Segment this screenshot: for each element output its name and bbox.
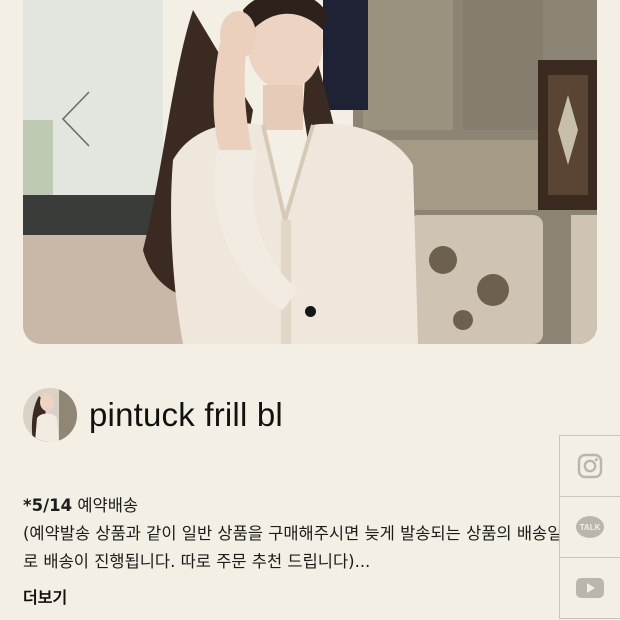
carousel-dots	[23, 306, 597, 317]
more-button[interactable]: 더보기	[23, 584, 67, 608]
desc-line-3: 로 배송이 진행됩니다. 따로 주문 추천 드립니다)...	[23, 552, 371, 571]
instagram-icon	[577, 453, 603, 479]
social-sidebar: TALK	[559, 435, 620, 619]
instagram-button[interactable]	[560, 435, 620, 496]
kakaotalk-button[interactable]: TALK	[560, 496, 620, 557]
youtube-button[interactable]	[560, 557, 620, 619]
avatar-photo	[23, 388, 77, 442]
carousel-prev-button[interactable]	[59, 90, 95, 148]
product-hero-image[interactable]	[23, 0, 597, 344]
hero-photo	[23, 0, 597, 344]
youtube-icon	[576, 578, 604, 598]
desc-line-1: *5/14 예약배송	[23, 492, 593, 520]
product-avatar[interactable]	[23, 388, 77, 442]
carousel-dot-active[interactable]	[304, 306, 316, 317]
kakaotalk-icon: TALK	[576, 516, 604, 538]
product-header: pintuck frill bl	[23, 388, 283, 442]
chevron-left-icon	[61, 91, 90, 147]
product-description: *5/14 예약배송 (예약발송 상품과 같이 일반 상품을 구매해주시면 늦게…	[23, 492, 593, 576]
reservation-label: 예약배송	[72, 496, 139, 515]
reservation-date: *5/14	[23, 496, 73, 515]
product-title: pintuck frill bl	[89, 396, 283, 433]
desc-line-2: (예약발송 상품과 같이 일반 상품을 구매해주시면 늦게 발송되는 상품의 배…	[23, 524, 563, 543]
